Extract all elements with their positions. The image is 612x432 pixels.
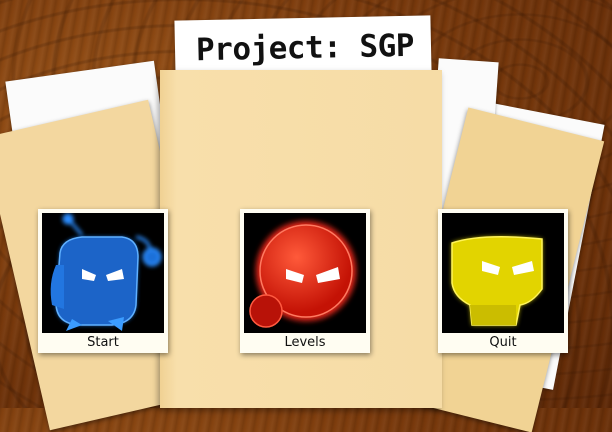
- levels-label: Levels: [284, 335, 326, 350]
- start-button[interactable]: Start: [38, 209, 168, 353]
- start-label: Start: [87, 335, 119, 350]
- quit-button[interactable]: Quit: [438, 209, 568, 353]
- yellow-robot-image: [442, 213, 564, 333]
- blue-robot-image: [42, 213, 164, 333]
- red-robot-image: [244, 213, 366, 333]
- game-title: Project: SGP: [195, 27, 415, 69]
- quit-label: Quit: [489, 335, 517, 350]
- levels-button[interactable]: Levels: [240, 209, 370, 353]
